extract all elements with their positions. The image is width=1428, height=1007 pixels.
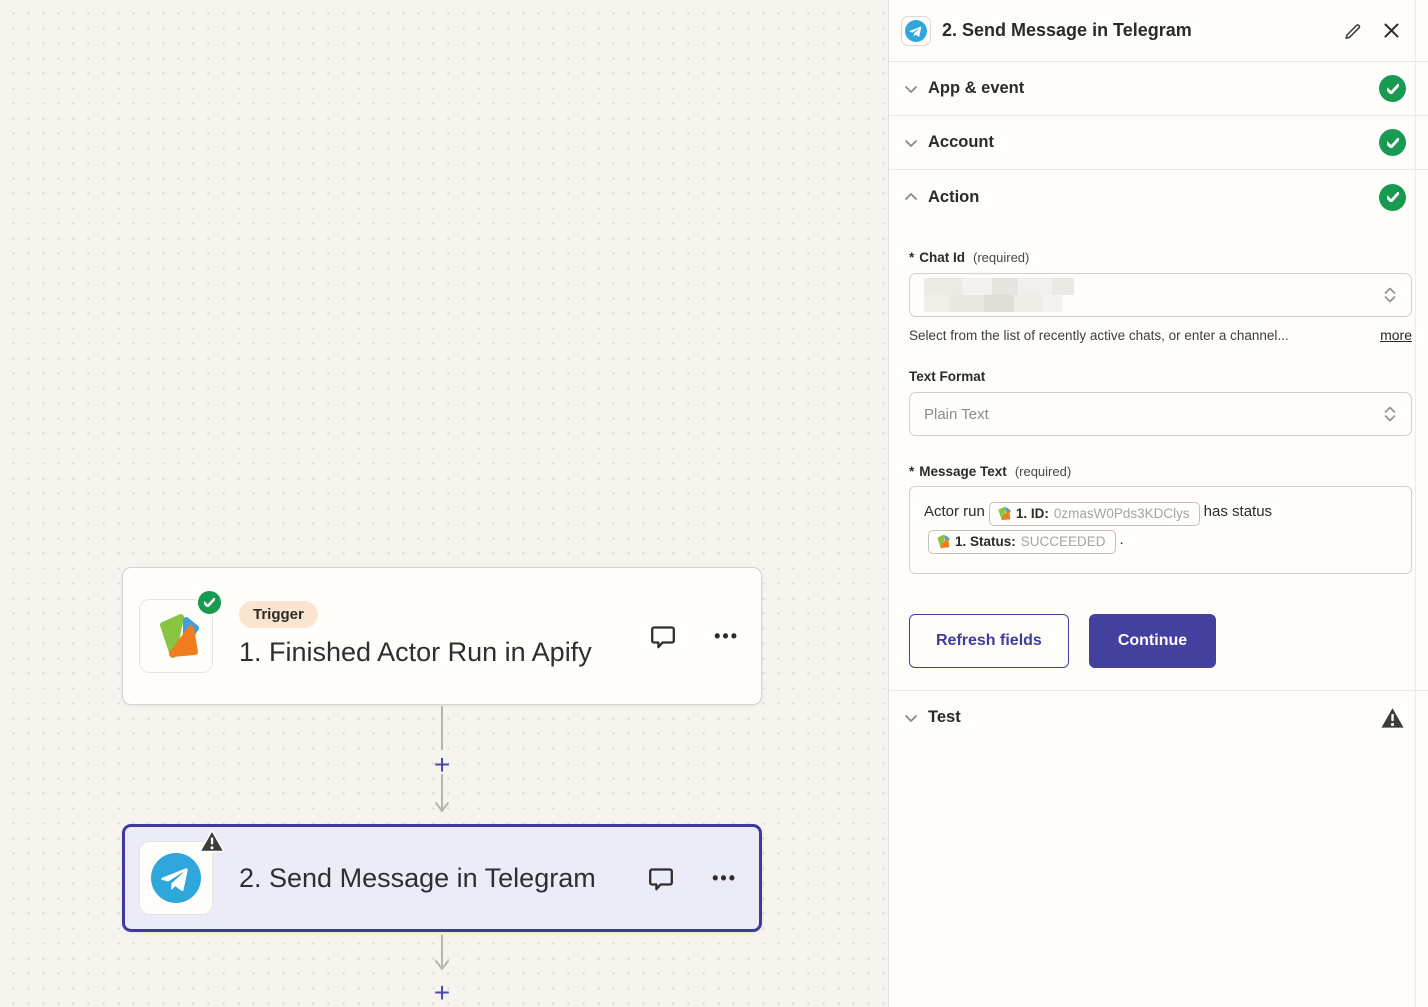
add-step-button[interactable]: + [429,752,455,778]
required-hint: (required) [973,250,1029,265]
required-marker: * [909,464,914,479]
message-text-label: Message Text [919,464,1007,479]
more-options-button[interactable]: ••• [712,869,737,887]
apify-logo-icon [935,534,950,549]
action-form: * Chat Id (required) Select from the lis… [889,224,1428,668]
rename-step-button[interactable] [1344,21,1363,40]
token-value: 0zmasW0Pds3KDClys [1054,500,1190,528]
workflow-canvas[interactable]: Trigger 1. Finished Actor Run in Apify •… [0,0,888,1007]
section-app-event[interactable]: App & event [889,62,1428,116]
telegram-logo-icon [905,20,927,42]
telegram-logo-icon [151,853,201,903]
section-complete-icon [1379,75,1406,102]
section-label: Action [928,188,979,207]
chevron-down-icon [903,710,919,726]
telegram-app-chip [901,16,931,46]
apify-logo-icon [996,506,1011,521]
chat-id-label-row: * Chat Id (required) [909,250,1412,265]
select-stepper-icon [1382,285,1398,305]
chevron-down-icon [903,135,919,151]
select-stepper-icon [1382,404,1398,424]
pencil-icon [1344,21,1363,40]
close-icon [1383,22,1400,39]
step-settings-panel: 2. Send Message in Telegram App & event [888,0,1428,1007]
panel-title: 2. Send Message in Telegram [942,20,1192,41]
section-complete-icon [1379,129,1406,156]
comment-icon [648,621,678,651]
text-format-select[interactable]: Plain Text [909,392,1412,436]
chat-id-help-text: Select from the list of recently active … [909,328,1289,343]
telegram-app-icon [139,841,213,915]
comment-button[interactable] [648,621,678,651]
message-text-editor[interactable]: Actor run1. ID:0zmasW0Pds3KDClyshas stat… [909,486,1412,574]
connector-line [427,935,457,975]
add-step-button[interactable]: + [429,980,455,1006]
token-value: SUCCEEDED [1021,528,1106,556]
section-label: Test [928,708,961,727]
field-token-id[interactable]: 1. ID:0zmasW0Pds3KDClys [989,502,1200,526]
ellipsis-icon: ••• [712,869,737,887]
message-text-segment: Actor run [924,503,985,520]
panel-header: 2. Send Message in Telegram [889,0,1428,62]
close-panel-button[interactable] [1383,22,1400,39]
section-complete-icon [1379,184,1406,211]
text-format-label-row: Text Format [909,369,1412,384]
comment-icon [646,863,676,893]
section-action[interactable]: Action [889,170,1428,224]
chevron-up-icon [903,189,919,205]
step-title: 1. Finished Actor Run in Apify [239,633,614,671]
section-test[interactable]: Test [889,690,1428,744]
chat-id-label: Chat Id [919,250,965,265]
message-text-label-row: * Message Text (required) [909,464,1412,479]
token-label: 1. ID: [1016,500,1049,528]
chat-id-select[interactable] [909,273,1412,317]
required-marker: * [909,250,914,265]
step-card-trigger[interactable]: Trigger 1. Finished Actor Run in Apify •… [122,567,762,705]
apify-logo-icon [152,612,200,660]
trigger-badge: Trigger [239,601,318,628]
more-link[interactable]: more [1380,327,1412,343]
chevron-down-icon [903,81,919,97]
section-account[interactable]: Account [889,116,1428,170]
message-text-segment: has status [1204,503,1272,520]
more-options-button[interactable]: ••• [714,627,739,645]
continue-button[interactable]: Continue [1089,614,1216,668]
ellipsis-icon: ••• [714,627,739,645]
token-label: 1. Status: [955,528,1016,556]
text-format-value: Plain Text [924,406,989,423]
step-warning-badge [199,829,225,858]
apify-app-icon [139,599,213,673]
step-title: 2. Send Message in Telegram [239,859,614,897]
comment-button[interactable] [646,863,676,893]
required-hint: (required) [1015,464,1071,479]
message-text-segment: . [1120,531,1124,548]
refresh-fields-button[interactable]: Refresh fields [909,614,1069,668]
step-card-telegram[interactable]: 2. Send Message in Telegram ••• [122,824,762,932]
text-format-label: Text Format [909,369,985,384]
section-label: App & event [928,79,1024,98]
section-warning-icon [1379,705,1406,730]
section-label: Account [928,133,994,152]
redacted-chat-value [924,278,1074,312]
step-success-badge [196,589,223,616]
field-token-status[interactable]: 1. Status:SUCCEEDED [928,530,1116,554]
